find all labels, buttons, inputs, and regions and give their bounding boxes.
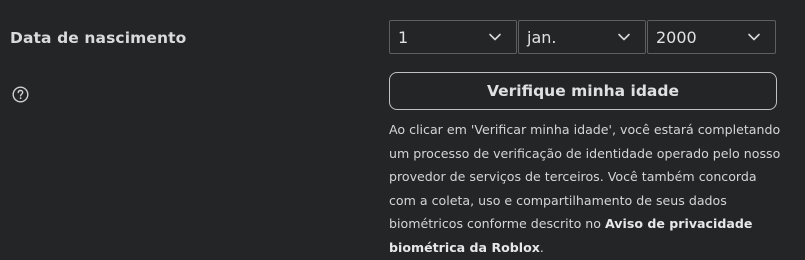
birth-day-value: 1 — [398, 27, 409, 47]
birth-year-value: 2000 — [656, 27, 697, 47]
birthdate-section: Data de nascimento 1 jan. 2000 Verifique… — [0, 0, 805, 260]
birth-day-select[interactable]: 1 — [389, 20, 517, 54]
chevron-down-icon — [618, 33, 630, 41]
help-circle-icon[interactable] — [12, 86, 29, 103]
verify-age-button[interactable]: Verifique minha idade — [389, 72, 777, 110]
disclaimer-trailing: . — [539, 239, 544, 255]
birthdate-label: Data de nascimento — [10, 29, 187, 47]
chevron-down-icon — [748, 33, 760, 41]
chevron-down-icon — [489, 33, 501, 41]
birth-month-value: jan. — [527, 27, 557, 47]
birth-month-select[interactable]: jan. — [518, 20, 646, 54]
disclaimer-text: Ao clicar em 'Verificar minha idade', vo… — [389, 122, 781, 232]
verification-disclaimer: Ao clicar em 'Verificar minha idade', vo… — [389, 118, 784, 260]
birth-year-select[interactable]: 2000 — [647, 20, 776, 54]
